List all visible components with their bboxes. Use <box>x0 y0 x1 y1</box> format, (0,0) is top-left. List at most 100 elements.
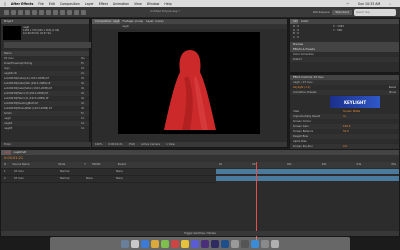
col-t[interactable]: T <box>84 162 86 168</box>
zoom-select[interactable]: 100% <box>95 142 102 147</box>
clock[interactable]: Sun 10:33 AM <box>358 2 380 6</box>
resolution-select[interactable]: (Full) <box>129 142 135 147</box>
menu-layer[interactable]: Layer <box>85 2 94 6</box>
zoom-tool-icon[interactable] <box>18 9 23 15</box>
menu-window[interactable]: Window <box>147 2 160 6</box>
info-y: Y : 506 <box>333 28 343 32</box>
bit-depth[interactable]: 8 bpc <box>1 142 92 147</box>
clone-tool-icon[interactable] <box>67 9 72 15</box>
window-title: Untitled Project.aep * <box>150 9 180 13</box>
calendar-icon[interactable] <box>171 239 179 248</box>
col-number[interactable]: # <box>4 162 6 168</box>
app-store-icon[interactable] <box>251 239 259 248</box>
wifi-icon[interactable]: ◠ <box>346 2 349 6</box>
time-ruler[interactable]: 0s 01s 02s 03s 04s 05s <box>216 162 399 168</box>
menu-animation[interactable]: Animation <box>113 2 129 6</box>
project-list: 07.mov Qu Dusk/Firewrap/Tinting Fo logo Co neg… <box>1 56 89 131</box>
facetime-icon[interactable] <box>161 239 169 248</box>
layer-number: 1 <box>4 170 6 173</box>
eraser-tool-icon[interactable] <box>74 9 79 15</box>
layer-row[interactable]: 1 07.mov Normal None <box>1 169 216 176</box>
app-menu[interactable]: After Effects <box>11 2 33 6</box>
pen-tool-icon[interactable] <box>46 9 51 15</box>
view-layout-select[interactable]: 1 View <box>166 142 175 147</box>
current-time[interactable]: 0:00:01:21 <box>4 156 23 160</box>
ruler-label: 03s <box>321 163 327 166</box>
timeline-graph: 0s 01s 02s 03s 04s 05s <box>216 162 399 242</box>
text-tool-icon[interactable] <box>53 9 58 15</box>
project-search-input[interactable] <box>4 42 92 48</box>
pan-behind-tool-icon[interactable] <box>39 9 44 15</box>
col-parent[interactable]: Parent <box>118 162 126 168</box>
rotate-tool-icon[interactable] <box>25 9 30 15</box>
info-panel: Info Audio R : 0 G : 0 B : 0 A : 0 X : 1… <box>289 18 400 73</box>
col-mode[interactable]: Mode <box>58 162 78 168</box>
tools-bar: Untitled Project.aep * Workspace: Standa… <box>0 7 400 18</box>
comp-name-tab[interactable]: negit <box>92 24 287 29</box>
timeline-header: 0:00:01:21 <box>1 155 399 162</box>
toggle-switches-modes[interactable]: Toggle Switches / Modes <box>1 231 399 236</box>
tab-audio[interactable]: Audio <box>297 19 309 24</box>
effects-item[interactable]: Distort <box>290 57 399 62</box>
layer-bar-1[interactable] <box>216 169 399 174</box>
red-dress-figure <box>164 50 216 130</box>
viewer-timecode[interactable]: 0:00:01:21 <box>108 142 122 147</box>
project-item-duration: Δ 0:00:05:00, 29.97 fps <box>23 32 52 35</box>
project-item[interactable]: negit3 Co <box>1 126 89 131</box>
after-effects-icon[interactable] <box>211 239 219 248</box>
brush-tool-icon[interactable] <box>60 9 65 15</box>
col-source-name[interactable]: Source Name <box>12 162 52 168</box>
spotlight-icon[interactable]: ⌕ <box>389 2 391 6</box>
layer-trkmat[interactable] <box>86 169 110 175</box>
tab-layer[interactable]: Layer: (none) <box>143 19 164 24</box>
photoshop-icon[interactable] <box>221 239 229 248</box>
layer-source-name: 07.mov <box>14 170 24 173</box>
safari-icon[interactable] <box>141 239 149 248</box>
effect-properties: View Screen Matte Unpremultiply Result on Sc… <box>290 109 399 154</box>
help-search-input[interactable] <box>354 8 396 16</box>
menu-edit[interactable]: Edit <box>49 2 55 6</box>
project-panel: Project negit 1280 x 720 (640 x 360) (1.… <box>0 18 92 148</box>
downloads-icon[interactable] <box>261 239 269 248</box>
effect-property-value[interactable]: 50.0 <box>343 129 349 134</box>
menu-view[interactable]: View <box>134 2 142 6</box>
selection-tool-icon[interactable] <box>4 9 9 15</box>
ruler-label: 05s <box>391 163 396 166</box>
menu-file[interactable]: File <box>38 2 43 6</box>
camera-tool-icon[interactable] <box>32 9 37 15</box>
layer-list: 1 07.mov Normal None 2 07.mov Normal None None <box>1 169 216 183</box>
effect-animation-presets[interactable]: Animation Presets None <box>290 90 399 95</box>
layer-trkmat[interactable]: None <box>86 176 110 182</box>
itunes-icon[interactable] <box>191 239 199 248</box>
col-trkmat[interactable]: TrkMat <box>92 162 112 168</box>
layer-bar-2[interactable] <box>216 176 399 181</box>
composition-panel: Composition: negit Footage: (none) Layer… <box>91 18 288 148</box>
tab-composition[interactable]: Composition: negit <box>92 19 120 24</box>
terminal-icon[interactable] <box>241 239 249 248</box>
tab-info[interactable]: Info <box>290 19 298 24</box>
composition-canvas[interactable] <box>118 32 260 134</box>
layer-parent[interactable]: None <box>116 169 136 175</box>
layer-mode[interactable]: Normal <box>60 169 80 175</box>
info-a: A : 0 <box>293 35 299 39</box>
menu-effect[interactable]: Effect <box>99 2 108 6</box>
premiere-icon[interactable] <box>201 239 209 248</box>
layer-parent[interactable]: None <box>116 176 136 182</box>
menu-help[interactable]: Help <box>164 2 171 6</box>
notes-icon[interactable] <box>181 239 189 248</box>
hand-tool-icon[interactable] <box>11 9 16 15</box>
layer-row[interactable]: 2 07.mov Normal None None <box>1 176 216 183</box>
playhead[interactable] <box>256 162 257 242</box>
camera-select[interactable]: Active Camera <box>141 142 160 147</box>
menu-composition[interactable]: Composition <box>60 2 80 6</box>
mail-icon[interactable] <box>151 239 159 248</box>
apple-menu-icon[interactable]:  <box>4 2 6 6</box>
layer-mode[interactable]: Normal <box>60 176 80 182</box>
finder-icon[interactable] <box>121 239 129 248</box>
dashboard-icon[interactable] <box>131 239 139 248</box>
effect-property-value[interactable]: on <box>343 114 346 119</box>
system-preferences-icon[interactable] <box>231 239 239 248</box>
trash-icon[interactable] <box>271 239 279 248</box>
puppet-tool-icon[interactable] <box>81 9 86 15</box>
workspace-select[interactable]: Standard <box>332 9 352 15</box>
